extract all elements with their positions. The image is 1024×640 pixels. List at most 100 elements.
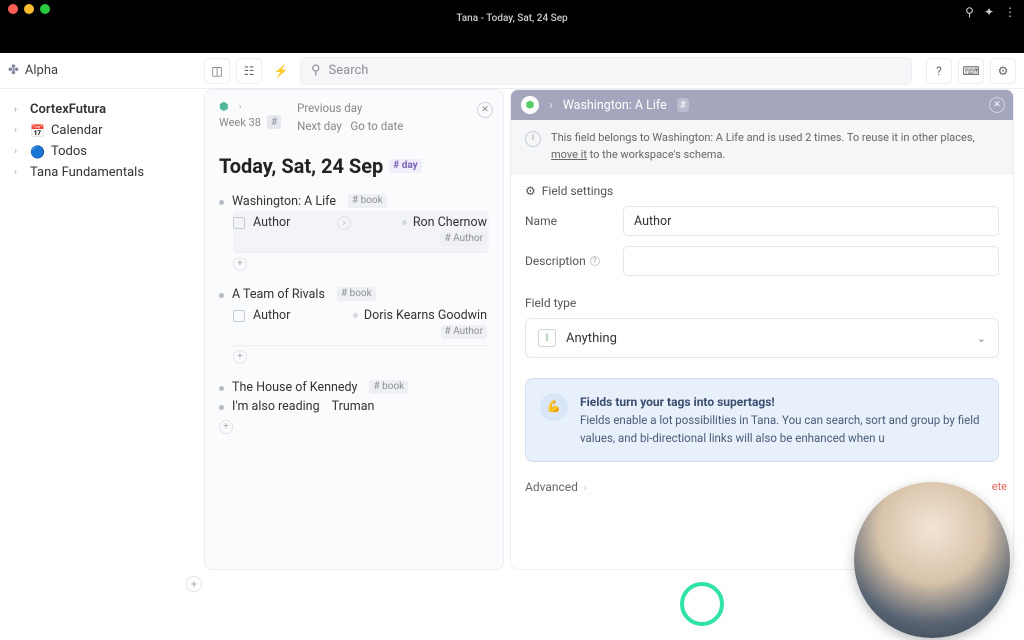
chevron-right-icon: › — [14, 146, 24, 157]
node-row[interactable]: Washington: A Life # book — [219, 192, 489, 211]
global-add-button[interactable]: + — [186, 576, 202, 592]
close-panel-icon[interactable]: ✕ — [477, 102, 493, 118]
move-it-link[interactable]: move it — [551, 148, 587, 161]
workspace-logo-icon: ✤ — [8, 63, 19, 78]
sidebar: › CortexFutura › 📅 Calendar › 🔵 Todos › … — [0, 89, 200, 640]
chevron-right-icon: › — [549, 98, 553, 113]
recording-indicator-icon — [680, 582, 724, 626]
search-icon: ⚲ — [311, 63, 321, 78]
add-node-button[interactable]: + — [219, 420, 233, 434]
sidebar-item-cortexfutura[interactable]: › CortexFutura — [8, 99, 192, 120]
todos-emoji-icon: 🔵 — [30, 145, 45, 159]
hash-badge[interactable]: # — [677, 98, 689, 112]
gear-icon: ⚙ — [525, 184, 536, 198]
help-icon[interactable]: ? — [590, 256, 600, 266]
help-icon[interactable]: ? — [926, 58, 952, 84]
extensions-icon[interactable]: ✦ — [984, 5, 994, 19]
hash-icon: # — [267, 115, 281, 129]
info-icon: i — [525, 131, 541, 147]
promo-body: Fields enable a lot possibilities in Tan… — [580, 413, 979, 445]
promo-banner: 💪 Fields turn your tags into supertags! … — [525, 378, 999, 462]
sidebar-item-label: Tana Fundamentals — [30, 165, 144, 180]
day-tag[interactable]: # day — [389, 159, 421, 173]
bullet-icon — [219, 405, 224, 410]
bullet-icon — [353, 313, 358, 318]
close-window-icon[interactable] — [8, 4, 18, 14]
node-row[interactable]: The House of Kennedy # book — [219, 378, 489, 397]
nav-goto-date[interactable]: Go to date — [350, 119, 403, 133]
workspace-name: Alpha — [25, 63, 58, 78]
minimize-window-icon[interactable] — [24, 4, 34, 14]
book-tag[interactable]: # book — [337, 287, 376, 301]
chevron-right-icon: › — [239, 100, 242, 113]
notice-text: to the workspace's schema. — [587, 148, 725, 161]
sidebar-item-label: CortexFutura — [30, 102, 106, 117]
page-title-text: Today, Sat, 24 Sep — [219, 154, 383, 178]
settings-icon[interactable]: ⚙ — [990, 58, 1016, 84]
chevron-right-icon: › — [14, 104, 24, 115]
kebab-icon[interactable]: ⋮ — [1004, 5, 1016, 19]
macos-titlebar: Tana - Today, Sat, 24 Sep ⚲ ✦ ⋮ — [0, 0, 1024, 53]
field-icon — [233, 217, 245, 229]
calendar-icon[interactable]: ☷ — [236, 58, 262, 84]
chevron-right-icon: › — [14, 125, 24, 136]
week-indicator[interactable]: Week 38 # — [219, 115, 281, 129]
chevron-down-icon: ⌄ — [977, 332, 986, 345]
add-field-button[interactable]: + — [233, 257, 247, 271]
description-input[interactable] — [623, 246, 999, 276]
add-field-button[interactable]: + — [233, 350, 247, 364]
chevron-right-icon: › — [584, 483, 587, 494]
notice-text: This field belongs to Washington: A Life… — [551, 131, 975, 144]
app-header: ✤ Alpha ◫ ☷ ⚡ ⚲ Search ? ⌨ ⚙ — [0, 53, 1024, 89]
field-name: Author — [253, 308, 290, 323]
quick-add-icon[interactable]: ⚡ — [268, 58, 294, 84]
schema-notice: i This field belongs to Washington: A Li… — [511, 120, 1013, 174]
author-tag[interactable]: # Author — [441, 325, 488, 339]
nav-next-day[interactable]: Next day — [297, 119, 342, 133]
field-name: Author — [253, 215, 290, 230]
fullscreen-window-icon[interactable] — [40, 4, 50, 14]
sidebar-item-calendar[interactable]: › 📅 Calendar — [8, 120, 192, 141]
workspace-switcher[interactable]: ✤ Alpha — [8, 63, 198, 78]
presenter-webcam — [854, 482, 1010, 638]
window-title: Tana - Today, Sat, 24 Sep — [0, 13, 1024, 24]
sidebar-item-fundamentals[interactable]: › Tana Fundamentals — [8, 162, 192, 183]
fieldtype-select[interactable]: I Anything ⌄ — [525, 318, 999, 358]
fieldtype-value: Anything — [566, 331, 617, 346]
sidebar-item-label: Calendar — [51, 123, 103, 138]
author-tag[interactable]: # Author — [440, 232, 487, 246]
node-row[interactable]: I'm also reading Truman — [219, 397, 489, 416]
name-label: Name — [525, 214, 605, 228]
flex-emoji-icon: 💪 — [540, 393, 568, 421]
browser-controls: ⚲ ✦ ⋮ — [965, 5, 1016, 19]
delete-link-partial[interactable]: ete — [992, 480, 1007, 493]
node-title: Washington: A Life — [232, 194, 336, 209]
node-avatar-icon: ⬢ — [521, 96, 539, 114]
bullet-icon — [402, 220, 407, 225]
expand-field-icon[interactable]: › — [337, 216, 351, 230]
panel-toggle-icon[interactable]: ◫ — [204, 58, 230, 84]
node-row[interactable]: A Team of Rivals # book — [219, 285, 489, 304]
fieldtype-label: Field type — [525, 296, 576, 310]
breadcrumb: ⬢ › — [219, 100, 281, 113]
name-input[interactable] — [623, 206, 999, 236]
panel-breadcrumb[interactable]: Washington: A Life — [563, 98, 667, 113]
section-heading: ⚙ Field settings — [525, 184, 999, 198]
book-tag[interactable]: # book — [348, 194, 387, 208]
zoom-icon[interactable]: ⚲ — [965, 5, 974, 19]
traffic-lights — [8, 4, 50, 14]
nav-previous-day[interactable]: Previous day — [297, 100, 403, 118]
field-icon — [233, 310, 245, 322]
home-icon[interactable]: ⬢ — [219, 100, 229, 113]
field-row-author[interactable]: Author Doris Kearns Goodwin # Author — [233, 304, 489, 346]
close-panel-icon[interactable]: ✕ — [989, 97, 1005, 113]
field-row-author[interactable]: Author › Ron Chernow # Author — [233, 211, 489, 253]
node-title: I'm also reading — [232, 399, 320, 414]
calendar-emoji-icon: 📅 — [30, 124, 45, 138]
week-label: Week 38 — [219, 116, 261, 129]
advanced-label: Advanced — [525, 480, 578, 494]
sidebar-item-todos[interactable]: › 🔵 Todos — [8, 141, 192, 162]
keyboard-icon[interactable]: ⌨ — [958, 58, 984, 84]
book-tag[interactable]: # book — [369, 380, 408, 394]
search-input[interactable]: ⚲ Search — [300, 57, 912, 85]
